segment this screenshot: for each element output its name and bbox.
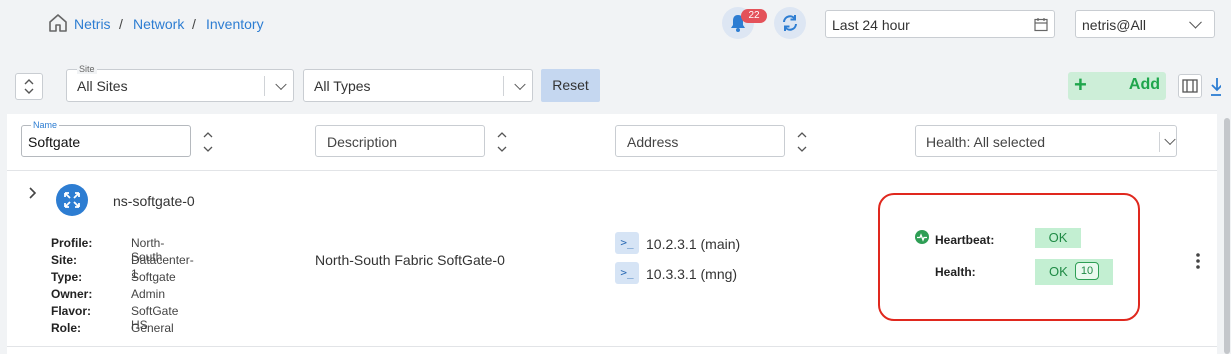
- reset-button[interactable]: Reset: [541, 69, 600, 102]
- home-icon[interactable]: [48, 13, 68, 33]
- meta-key: Owner:: [51, 287, 93, 301]
- health-check-count: 10: [1075, 262, 1099, 280]
- address-filter-input[interactable]: Address: [615, 125, 785, 157]
- health-filter-value: Health: All selected: [926, 134, 1046, 150]
- chevron-right-icon[interactable]: [28, 186, 38, 200]
- chevron-down-icon: [1189, 15, 1202, 29]
- description-filter-input[interactable]: Description: [315, 125, 485, 157]
- chevron-down-icon: [514, 78, 526, 90]
- meta-key: Profile:: [51, 236, 93, 250]
- type-value: All Types: [314, 78, 371, 94]
- meta-key: Site:: [51, 253, 78, 267]
- health-label: Health:: [935, 265, 976, 279]
- site-label: Site: [77, 64, 97, 74]
- sort-description-icon[interactable]: [496, 131, 508, 153]
- meta-key: Flavor:: [51, 304, 92, 318]
- column-settings-button[interactable]: [1178, 74, 1202, 98]
- device-description: North-South Fabric SoftGate-0: [315, 252, 505, 268]
- switch-arrows-icon: [56, 184, 88, 216]
- meta-key: Type:: [51, 270, 83, 284]
- account-value: netris@All: [1082, 17, 1147, 33]
- breadcrumb-netris[interactable]: Netris: [74, 16, 111, 32]
- refresh-icon: [783, 15, 797, 31]
- header-divider: [7, 170, 1217, 171]
- breadcrumb-network[interactable]: Network: [133, 16, 184, 32]
- site-select[interactable]: Site All Sites: [66, 64, 294, 102]
- sort-expand-icon: [24, 79, 34, 94]
- heartbeat-status-badge: OK: [1035, 228, 1081, 248]
- name-filter-value: Softgate: [28, 134, 81, 150]
- row-divider: [7, 346, 1217, 347]
- terminal-icon[interactable]: >_: [615, 232, 639, 254]
- health-status-text: OK: [1049, 264, 1068, 279]
- meta-value: Softgate: [131, 270, 176, 284]
- meta-key: Role:: [51, 321, 81, 335]
- calendar-icon: [1034, 18, 1048, 32]
- device-name[interactable]: ns-softgate-0: [113, 193, 195, 209]
- name-filter-label: Name: [31, 120, 60, 130]
- chevron-down-icon: [1164, 133, 1176, 146]
- more-vertical-icon[interactable]: [1194, 252, 1202, 270]
- address-mng: 10.3.3.1 (mng): [646, 266, 738, 282]
- breadcrumb-inventory[interactable]: Inventory: [206, 16, 264, 32]
- breadcrumb-separator: /: [119, 16, 123, 32]
- site-value: All Sites: [77, 78, 128, 94]
- health-status-badge[interactable]: OK 10: [1035, 259, 1113, 285]
- health-highlight-outline: [878, 193, 1140, 321]
- collapse-toggle-button[interactable]: [15, 73, 43, 100]
- terminal-icon[interactable]: >_: [615, 262, 639, 284]
- name-filter-input[interactable]: Name Softgate: [21, 120, 191, 157]
- refresh-button[interactable]: [774, 7, 806, 39]
- sort-name-icon[interactable]: [202, 131, 214, 153]
- time-range-select[interactable]: Last 24 hour: [825, 10, 1055, 38]
- add-button[interactable]: + Add: [1068, 72, 1166, 100]
- plus-icon: +: [1074, 72, 1087, 97]
- breadcrumb-separator: /: [192, 16, 196, 32]
- address-main: 10.2.3.1 (main): [646, 236, 741, 252]
- heartbeat-icon: [915, 230, 929, 244]
- description-filter-placeholder: Description: [327, 134, 398, 150]
- account-select[interactable]: netris@All: [1075, 10, 1215, 38]
- type-select[interactable]: All Types: [303, 69, 533, 102]
- columns-icon: [1182, 79, 1198, 93]
- sort-address-icon[interactable]: [796, 131, 808, 153]
- time-range-value: Last 24 hour: [832, 17, 910, 33]
- scrollbar-thumb[interactable]: [1224, 118, 1230, 354]
- heartbeat-label: Heartbeat:: [935, 233, 995, 247]
- address-filter-placeholder: Address: [627, 134, 679, 150]
- meta-value: General: [131, 321, 174, 335]
- meta-value: Admin: [131, 287, 166, 301]
- chevron-down-icon: [275, 78, 287, 90]
- add-label: Add: [1128, 76, 1160, 93]
- health-filter-select[interactable]: Health: All selected: [915, 125, 1177, 157]
- notification-count-badge: 22: [741, 9, 767, 23]
